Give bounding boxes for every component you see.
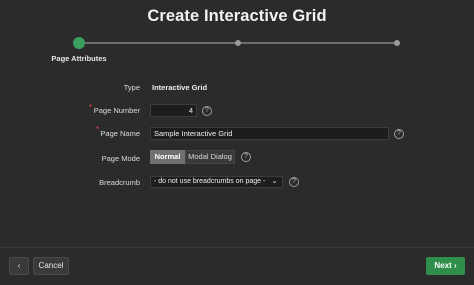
page-number-input[interactable] xyxy=(150,104,197,117)
chevron-right-icon: › xyxy=(453,261,457,270)
type-value: Interactive Grid xyxy=(152,83,208,92)
chevron-down-icon: ⌄ xyxy=(271,176,278,185)
breadcrumb-label: Breadcrumb xyxy=(99,178,140,187)
page-mode-label: Page Mode xyxy=(101,154,140,163)
page-name-input[interactable] xyxy=(150,127,389,140)
page-mode-modal-dialog-option[interactable]: Modal Dialog xyxy=(185,150,235,164)
dialog-title: Create Interactive Grid xyxy=(147,7,327,25)
wizard-step-label: Page Attributes xyxy=(51,54,107,63)
wizard-step-3 xyxy=(394,40,400,46)
help-icon[interactable]: ? xyxy=(241,152,251,162)
next-button-label: Next xyxy=(434,261,452,270)
back-button[interactable]: ‹ xyxy=(9,257,29,275)
next-button[interactable]: Next › xyxy=(426,257,465,275)
help-icon[interactable]: ? xyxy=(202,106,212,116)
type-label: Type xyxy=(123,83,140,92)
footer-divider xyxy=(0,247,474,248)
breadcrumb-select[interactable]: - do not use breadcrumbs on page - ⌄ xyxy=(150,176,283,188)
help-icon[interactable]: ? xyxy=(394,129,404,139)
breadcrumb-select-value: - do not use breadcrumbs on page - xyxy=(154,178,266,185)
page-name-label: Page Name xyxy=(100,129,140,138)
wizard-step-2 xyxy=(235,40,241,46)
help-icon[interactable]: ? xyxy=(289,177,299,187)
chevron-left-icon: ‹ xyxy=(17,261,21,270)
cancel-button[interactable]: Cancel xyxy=(33,257,69,275)
page-number-label: Page Number xyxy=(93,106,140,115)
wizard-step-current xyxy=(73,37,85,49)
page-mode-normal-option[interactable]: Normal xyxy=(150,150,185,164)
